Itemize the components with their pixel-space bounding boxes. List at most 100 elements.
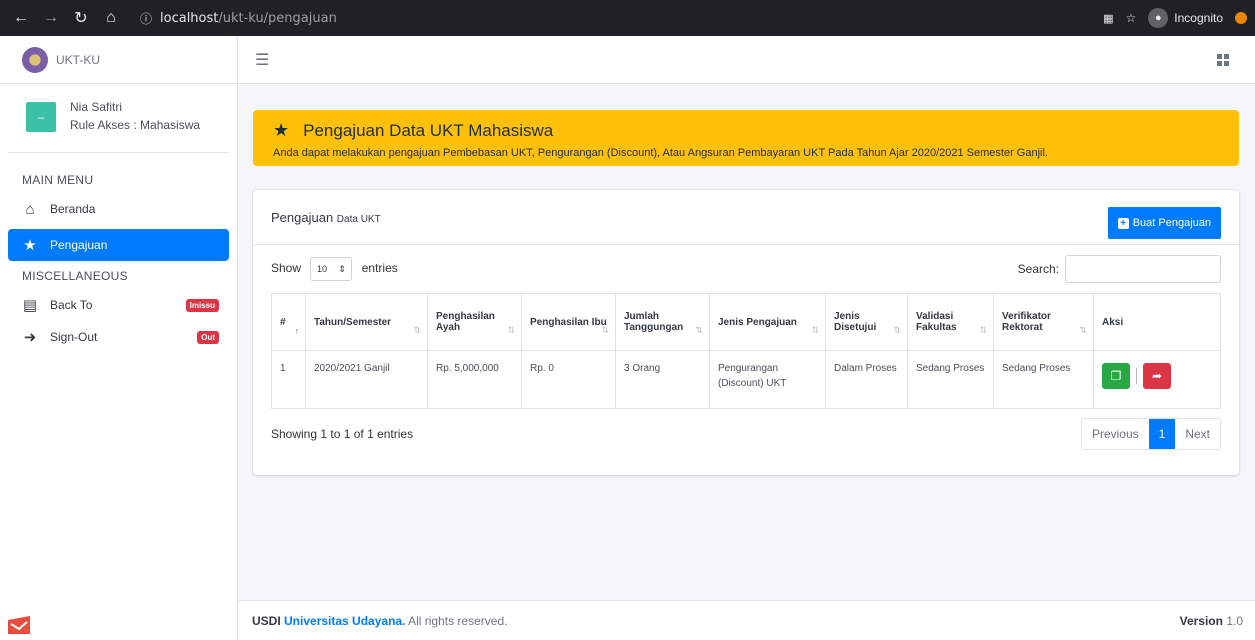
url-path: /ukt-ku/pengajuan (218, 10, 337, 26)
sort-icon: ⇅ (811, 325, 819, 335)
column-label: # (280, 316, 286, 328)
column-label: Validasi Fakultas (916, 311, 957, 333)
table-row: 1 2020/2021 Ganjil Rp. 5,000,000 Rp. 0 3… (271, 350, 1221, 409)
table-cell: Rp. 5,000,000 (427, 350, 522, 409)
column-header[interactable]: Jenis Disetujui ⇅ (825, 293, 908, 351)
sort-icon: ⇅ (979, 325, 987, 335)
star-icon: ★ (23, 237, 37, 254)
column-header[interactable]: Verifikator Rektorat ⇅ (993, 293, 1094, 351)
footer-rights: All rights reserved. (408, 613, 508, 628)
column-label: Verifikator Rektorat (1002, 311, 1051, 333)
top-navbar: ☰ (239, 36, 1255, 84)
sidebar-item-back-to[interactable]: ▤ Back To Imissu (8, 289, 229, 321)
corner-logo-icon (8, 616, 30, 634)
card-title-main: Pengajuan (271, 209, 334, 225)
address-bar[interactable]: ⓘ localhost/ukt-ku/pengajuan (132, 5, 1103, 31)
copy-icon: ❐ (1110, 368, 1122, 383)
pengajuan-card: Pengajuan Data UKT + Buat Pengajuan Show… (253, 190, 1239, 475)
extension-icon[interactable] (1235, 12, 1247, 24)
star-icon: ★ (273, 120, 290, 140)
incognito-label: Incognito (1174, 11, 1223, 25)
column-header[interactable]: Jumlah Tanggungan ⇅ (615, 293, 710, 351)
table-cell: 3 Orang (615, 350, 710, 409)
brand-name: UKT-KU (56, 52, 101, 67)
entries-label: entries (361, 261, 398, 275)
column-header[interactable]: Jenis Pengajuan ⇅ (709, 293, 826, 351)
alert-description: Anda dapat melakukan pengajuan Pembebasa… (273, 147, 1048, 159)
entries-value: 10 (316, 264, 327, 274)
forward-arrow-icon[interactable]: → (38, 5, 64, 31)
sign-out-icon: ➜ (23, 329, 37, 346)
brand-link[interactable]: UKT-KU (0, 36, 237, 84)
university-logo-icon (22, 46, 48, 73)
apps-grid-icon[interactable] (1217, 53, 1229, 66)
sort-icon: ⇅ (893, 325, 901, 335)
reload-icon[interactable]: ↻ (68, 5, 94, 31)
sidebar-item-label: Back To (50, 298, 93, 312)
table-cell: Sedang Proses (907, 350, 994, 409)
column-header[interactable]: Penghasilan Ibu ⇅ (521, 293, 616, 351)
browser-toolbar: ← → ↻ ⌂ ⓘ localhost/ukt-ku/pengajuan ▦ ☆… (0, 0, 1255, 36)
card-title: Pengajuan Data UKT (271, 210, 381, 225)
misc-header: MISCELLANEOUS (22, 269, 128, 283)
main-menu-header: MAIN MENU (22, 173, 94, 187)
search-label: Search: (1017, 262, 1059, 276)
forward-button[interactable]: ➦ (1143, 363, 1171, 389)
sort-icon: ⇅ (695, 325, 703, 335)
table-cell: 1 (271, 350, 306, 409)
column-label: Jenis Pengajuan (718, 316, 797, 328)
column-header[interactable]: # ↑ (271, 293, 306, 351)
search-input[interactable] (1065, 255, 1221, 283)
table-cell: ❐ ➦ (1093, 350, 1221, 409)
sort-icon: ⇅ (1079, 325, 1087, 335)
user-avatar: – (26, 102, 56, 132)
table-cell: Dalam Proses (825, 350, 908, 409)
previous-page-button[interactable]: Previous (1082, 419, 1149, 449)
alert-title: Pengajuan Data UKT Mahasiswa (303, 120, 554, 140)
bookmark-star-icon[interactable]: ☆ (1126, 11, 1137, 25)
translate-icon[interactable]: ▦ (1103, 12, 1113, 25)
plus-square-icon: + (1117, 217, 1129, 229)
home-icon[interactable]: ⌂ (98, 5, 124, 31)
sort-arrows-icon: ⇕ (338, 263, 346, 274)
column-header[interactable]: Tahun/Semester ⇅ (305, 293, 428, 351)
show-label: Show (271, 261, 302, 275)
user-panel: – Nia Safitri Rule Akses : Mahasiswa (8, 84, 229, 153)
footer-university-link[interactable]: Universitas Udayana. (284, 614, 405, 628)
sidebar-item-label: Beranda (50, 202, 96, 216)
copy-button[interactable]: ❐ (1102, 363, 1130, 389)
back-arrow-icon[interactable]: ← (8, 5, 34, 31)
sort-icon: ⇅ (413, 325, 421, 335)
user-name[interactable]: Nia Safitri (70, 98, 200, 116)
incognito-indicator[interactable]: ● Incognito (1148, 8, 1223, 28)
footer-org-prefix: USDI (252, 613, 281, 628)
info-alert: ★ Pengajuan Data UKT Mahasiswa Anda dapa… (253, 110, 1239, 166)
column-label: Jumlah Tanggungan (624, 311, 684, 333)
version-number: 1.0 (1226, 613, 1243, 628)
table-cell: 2020/2021 Ganjil (305, 350, 428, 409)
next-page-button[interactable]: Next (1175, 419, 1220, 449)
url-host: localhost (160, 10, 219, 26)
sort-icon: ⇅ (601, 325, 609, 335)
sidebar-item-sign-out[interactable]: ➜ Sign-Out Out (8, 321, 229, 353)
sidebar-item-pengajuan[interactable]: ★ Pengajuan (8, 229, 229, 261)
column-label: Jenis Disetujui (834, 311, 877, 333)
sidebar-item-label: Sign-Out (50, 330, 98, 344)
column-header[interactable]: Penghasilan Ayah ⇅ (427, 293, 522, 351)
version-label: Version (1179, 613, 1223, 628)
table-cell: Pengurangan (Discount) UKT (709, 350, 826, 409)
page-1-button[interactable]: 1 (1148, 419, 1176, 449)
card-title-small: Data UKT (336, 213, 381, 225)
sidebar-item-beranda[interactable]: ⌂ Beranda (8, 193, 229, 225)
sidebar-item-label: Pengajuan (50, 238, 108, 252)
column-header[interactable]: Validasi Fakultas ⇅ (907, 293, 994, 351)
entries-select[interactable]: 10 ⇕ (310, 257, 353, 281)
pagination: Previous 1 Next (1080, 418, 1221, 450)
column-label: Aksi (1102, 316, 1124, 328)
hamburger-menu-icon[interactable]: ☰ (255, 50, 269, 70)
incognito-icon: ● (1148, 8, 1169, 28)
buat-pengajuan-button[interactable]: + Buat Pengajuan (1107, 207, 1221, 239)
info-icon[interactable]: ⓘ (140, 10, 152, 27)
divider (1136, 368, 1137, 384)
sidebar: UKT-KU – Nia Safitri Rule Akses : Mahasi… (0, 36, 238, 640)
